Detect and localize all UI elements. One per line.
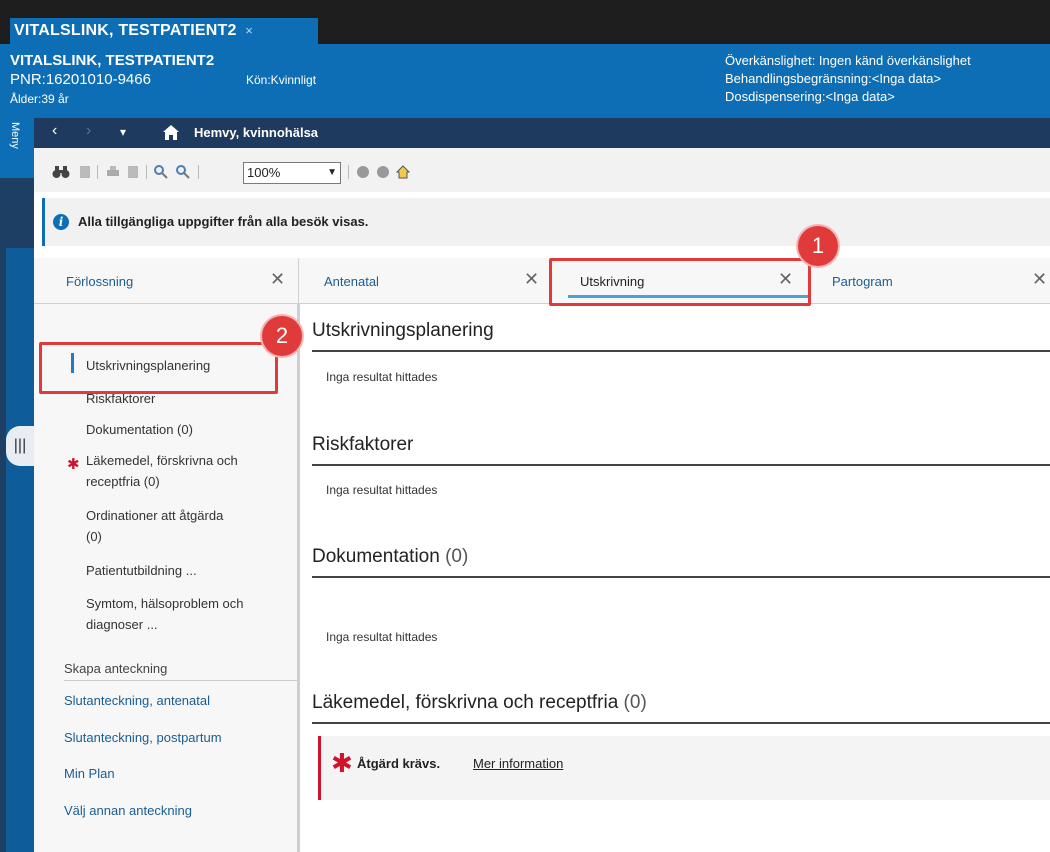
sidebar-item-dokumentation[interactable]: Dokumentation (0) bbox=[86, 419, 193, 440]
house-icon[interactable] bbox=[396, 165, 410, 179]
note-link-postpartum[interactable]: Slutanteckning, postpartum bbox=[64, 730, 222, 745]
more-info-link[interactable]: Mer information bbox=[473, 756, 563, 771]
patient-window-tab[interactable]: VITALSLINK, TESTPATIENT2 × bbox=[10, 18, 318, 44]
dose-dispensing-info[interactable]: Dosdispensering:<Inga data> bbox=[725, 88, 971, 106]
alert-message: Åtgärd krävs. bbox=[357, 756, 441, 771]
action-required-alert: ✱ Åtgärd krävs. Mer information bbox=[318, 736, 1050, 800]
section-title-text: Riskfaktorer bbox=[312, 434, 414, 455]
required-star-icon: ✱ bbox=[67, 456, 80, 473]
section-rule bbox=[312, 722, 1050, 724]
close-icon[interactable]: ✕ bbox=[524, 269, 539, 290]
section-rule bbox=[312, 464, 1050, 466]
close-icon[interactable]: ✕ bbox=[1032, 269, 1047, 290]
section-title-utskrivningsplanering: Utskrivningsplanering bbox=[312, 320, 494, 342]
print-icon[interactable] bbox=[106, 165, 120, 179]
section-title-text: Utskrivningsplanering bbox=[312, 320, 494, 341]
tab-label: Förlossning bbox=[66, 274, 134, 289]
section-rule bbox=[312, 576, 1050, 578]
sidebar-grip-icon[interactable]: ||| bbox=[6, 426, 34, 466]
empty-result: Inga resultat hittades bbox=[326, 483, 438, 497]
binoculars-icon[interactable] bbox=[52, 165, 70, 179]
history-dropdown-icon[interactable]: ▾ bbox=[120, 125, 126, 139]
tab-forlossning[interactable]: Förlossning ✕ bbox=[66, 266, 286, 298]
callout-badge-1: 1 bbox=[798, 226, 838, 266]
forward-icon[interactable]: › bbox=[86, 122, 91, 140]
patient-sex: Kön:Kvinnligt bbox=[246, 73, 317, 87]
sidebar-item-ordinationer-cont[interactable]: (0) bbox=[86, 526, 102, 547]
info-banner: i Alla tillgängliga uppgifter från alla … bbox=[42, 198, 1050, 246]
patient-pnr: PNR:16201010-9466 bbox=[10, 71, 151, 88]
section-rule bbox=[312, 350, 1050, 352]
section-title-dokumentation: Dokumentation (0) bbox=[312, 546, 468, 568]
tab-antenatal[interactable]: Antenatal ✕ bbox=[324, 266, 544, 298]
section-count: (0) bbox=[623, 692, 647, 713]
sidebar-item-symtom-cont[interactable]: diagnoser ... bbox=[86, 614, 158, 635]
menu-strip-body bbox=[6, 248, 34, 852]
main-content: Utskrivningsplanering Inga resultat hitt… bbox=[300, 304, 1050, 852]
toolbar: 100% ▼ bbox=[34, 148, 1050, 192]
menu-toggle[interactable]: Meny bbox=[0, 118, 34, 178]
info-icon: i bbox=[53, 214, 69, 230]
section-title-text: Dokumentation bbox=[312, 546, 440, 567]
tab-label: Antenatal bbox=[324, 274, 379, 289]
zoom-out-icon[interactable] bbox=[154, 165, 168, 179]
note-link-antenatal[interactable]: Slutanteckning, antenatal bbox=[64, 693, 210, 708]
callout-box-1 bbox=[549, 258, 811, 306]
menu-label: Meny bbox=[9, 122, 21, 149]
toolbar-separator bbox=[97, 165, 98, 179]
callout-badge-2: 2 bbox=[262, 316, 302, 356]
create-note-heading: Skapa anteckning bbox=[64, 661, 168, 676]
content-tabs: Förlossning ✕ Antenatal ✕ Utskrivning ✕ … bbox=[34, 258, 1050, 304]
home-icon[interactable] bbox=[162, 124, 180, 141]
navigation-bar: ‹ › ▾ Hemvy, kvinnohälsa bbox=[34, 118, 1050, 148]
section-title-riskfaktorer: Riskfaktorer bbox=[312, 434, 413, 456]
chevron-down-icon: ▼ bbox=[327, 167, 337, 178]
previous-circle-icon[interactable] bbox=[356, 165, 370, 179]
sidebar-item-ordinationer[interactable]: Ordinationer att åtgärda bbox=[86, 505, 223, 526]
empty-result: Inga resultat hittades bbox=[326, 630, 438, 644]
tab-partogram[interactable]: Partogram ✕ bbox=[832, 266, 1050, 298]
zoom-in-icon[interactable] bbox=[176, 165, 190, 179]
window-title-bar: VITALSLINK, TESTPATIENT2 × bbox=[0, 0, 1050, 48]
divider bbox=[64, 680, 298, 681]
sidebar-item-lakemedel-cont[interactable]: receptfria (0) bbox=[86, 471, 160, 492]
patient-alerts: Överkänslighet: Ingen känd överkänslighe… bbox=[725, 52, 971, 106]
required-star-icon: ✱ bbox=[331, 748, 353, 778]
close-tab-icon[interactable]: × bbox=[245, 23, 253, 38]
tab-label: Partogram bbox=[832, 274, 893, 289]
zoom-select[interactable]: 100% ▼ bbox=[243, 162, 341, 184]
patient-age: Ålder:39 år bbox=[10, 92, 69, 106]
page-icon[interactable] bbox=[126, 165, 140, 179]
section-title-lakemedel: Läkemedel, förskrivna och receptfria (0) bbox=[312, 692, 647, 714]
close-icon[interactable]: ✕ bbox=[270, 269, 285, 290]
next-circle-icon[interactable] bbox=[376, 165, 390, 179]
tab-divider bbox=[298, 258, 299, 304]
patient-banner: VITALSLINK, TESTPATIENT2 PNR:16201010-94… bbox=[0, 44, 1050, 118]
info-text: Alla tillgängliga uppgifter från alla be… bbox=[78, 214, 369, 229]
patient-name: VITALSLINK, TESTPATIENT2 bbox=[10, 52, 215, 69]
callout-box-2 bbox=[39, 342, 278, 394]
allergy-info[interactable]: Överkänslighet: Ingen känd överkänslighe… bbox=[725, 52, 971, 70]
section-count: (0) bbox=[445, 546, 469, 567]
document-icon[interactable] bbox=[78, 165, 92, 179]
note-link-min-plan[interactable]: Min Plan bbox=[64, 766, 115, 781]
menu-strip: Meny ||| bbox=[0, 118, 34, 852]
treatment-limitation-info[interactable]: Behandlingsbegränsning:<Inga data> bbox=[725, 70, 971, 88]
note-link-other[interactable]: Välj annan anteckning bbox=[64, 803, 192, 818]
toolbar-separator bbox=[198, 165, 199, 179]
empty-result: Inga resultat hittades bbox=[326, 370, 438, 384]
toolbar-separator bbox=[348, 165, 349, 179]
sidebar-item-lakemedel[interactable]: Läkemedel, förskrivna och bbox=[86, 450, 238, 471]
toolbar-separator bbox=[146, 165, 147, 179]
section-title-text: Läkemedel, förskrivna och receptfria bbox=[312, 692, 619, 713]
sidebar-item-symtom[interactable]: Symtom, hälsoproblem och bbox=[86, 593, 244, 614]
zoom-value: 100% bbox=[247, 165, 281, 180]
patient-window-tab-label: VITALSLINK, TESTPATIENT2 bbox=[14, 22, 237, 39]
sidebar-item-patientutbildning[interactable]: Patientutbildning ... bbox=[86, 560, 197, 581]
view-title: Hemvy, kvinnohälsa bbox=[194, 125, 319, 140]
back-icon[interactable]: ‹ bbox=[52, 122, 57, 140]
